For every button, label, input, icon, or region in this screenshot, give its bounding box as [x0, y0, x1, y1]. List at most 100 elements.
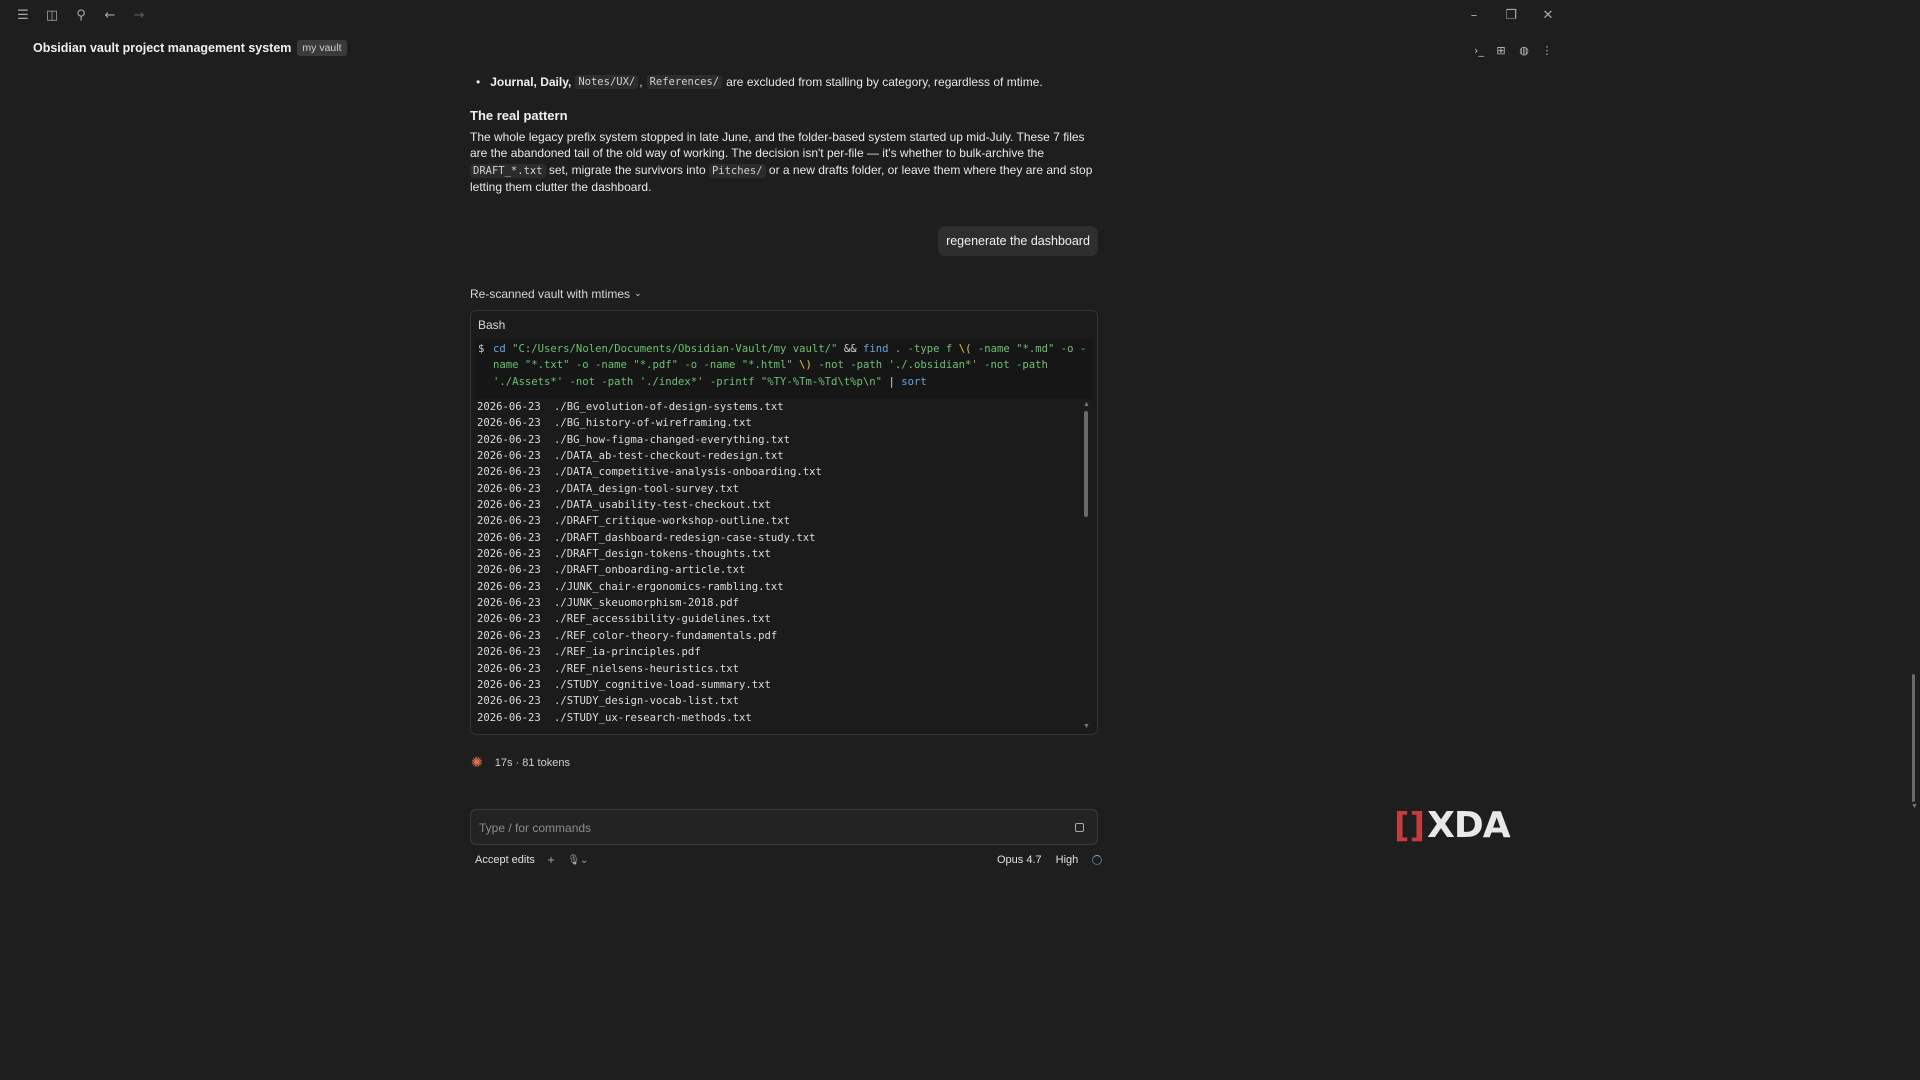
output-path: ./REF_color-theory-fundamentals.pdf — [554, 629, 778, 642]
add-button[interactable]: + — [547, 855, 555, 866]
output-line: 2026-06-23 ./REF_color-theory-fundamental… — [477, 628, 1077, 644]
output-line: 2026-06-23 ./STUDY_ux-research-methods.tx… — [477, 710, 1077, 726]
command-line-3: './Assets*' -not -path './index*' -print… — [493, 374, 1089, 390]
bash-command: $ cd "C:/Users/Nolen/Documents/Obsidian-… — [475, 339, 1093, 399]
session-header: Obsidian vault project management system… — [33, 40, 347, 56]
inline-code: DRAFT_*.txt — [470, 163, 546, 178]
output-date: 2026-06-23 — [477, 564, 541, 577]
page-scrollbar[interactable]: ▼ — [1911, 62, 1918, 810]
output-line: 2026-06-23 ./JUNK_chair-ergonomics-rambli… — [477, 579, 1077, 595]
sidebar-toggle-icon[interactable]: ◫ — [43, 6, 61, 24]
cmd-token: && — [843, 343, 857, 355]
output-date: 2026-06-23 — [477, 401, 541, 413]
effort-selector[interactable]: High — [1056, 854, 1079, 866]
cmd-token: cd — [493, 343, 506, 355]
session-title[interactable]: Obsidian vault project management system — [33, 41, 291, 55]
inline-code: Pitches/ — [708, 163, 766, 178]
cmd-token: -name "*.md" -o - — [977, 343, 1087, 355]
paragraph-text: The whole legacy prefix system stopped i… — [470, 130, 1085, 161]
cmd-token: | — [888, 375, 895, 388]
minimize-icon[interactable]: – — [1465, 6, 1483, 24]
output-path: ./JUNK_chair-ergonomics-rambling.txt — [554, 580, 784, 593]
back-arrow-icon[interactable]: ← — [101, 6, 119, 24]
output-date: 2026-06-23 — [477, 466, 541, 479]
output-date: 2026-06-23 — [477, 662, 541, 675]
scroll-up-icon[interactable]: ▲ — [1083, 401, 1090, 409]
microphone-icon[interactable]: 🎙︎⌄ — [567, 855, 588, 866]
bullet-bold-text: Journal, Daily, — [490, 75, 572, 89]
output-line: 2026-06-23 ./DATA_design-tool-survey.txt — [477, 481, 1077, 497]
scrollbar-thumb[interactable] — [1084, 411, 1088, 517]
inline-code: Notes/UX/ — [575, 75, 639, 89]
cmd-token: sort — [901, 375, 927, 388]
output-date: 2026-06-23 — [477, 580, 541, 593]
output-date: 2026-06-23 — [477, 531, 541, 544]
output-line: 2026-06-23 ./REF_ia-principles.pdf — [477, 644, 1077, 660]
scroll-down-icon[interactable]: ▼ — [1083, 723, 1090, 731]
output-path: ./BG_how-figma-changed-everything.txt — [554, 433, 790, 446]
output-line: 2026-06-23 ./DATA_ab-test-checkout-redesi… — [477, 448, 1077, 464]
output-path: ./REF_ia-principles.pdf — [554, 646, 701, 659]
loading-spinner-icon — [1092, 855, 1103, 865]
output-path: ./REF_nielsens-heuristics.txt — [554, 662, 739, 675]
cmd-token: \( — [958, 343, 972, 355]
output-path: ./STUDY_cognitive-load-summary.txt — [554, 678, 771, 691]
output-path: ./DATA_usability-test-checkout.txt — [554, 499, 771, 512]
output-line: 2026-06-23 ./STUDY_design-vocab-list.txt — [477, 693, 1077, 709]
output-line: 2026-06-23 ./REF_nielsens-heuristics.txt — [477, 661, 1077, 677]
output-date: 2026-06-23 — [477, 711, 541, 724]
prompt-input-box[interactable] — [470, 809, 1098, 845]
output-path: ./REF_accessibility-guidelines.txt — [554, 613, 771, 626]
cmd-token: \) — [799, 359, 812, 372]
output-date: 2026-06-23 — [477, 678, 541, 691]
more-icon[interactable]: ⋮ — [1539, 42, 1555, 58]
logo-mark: [] — [1394, 806, 1426, 846]
output-line: 2026-06-23 ./REF_accessibility-guidelines… — [477, 611, 1077, 627]
close-icon[interactable]: ✕ — [1539, 6, 1557, 24]
bash-output: 2026-06-23 ./BG_evolution-of-design-syste… — [477, 399, 1077, 726]
tool-call-summary[interactable]: Re-scanned vault with mtimes ⌄ — [470, 287, 642, 301]
output-date: 2026-06-23 — [477, 450, 541, 463]
page-scrollbar-thumb[interactable] — [1912, 674, 1915, 802]
inline-code: References/ — [646, 75, 723, 89]
output-path: ./DATA_competitive-analysis-onboarding.t… — [554, 466, 822, 479]
output-line: 2026-06-23 ./BG_history-of-wireframing.tx… — [477, 415, 1077, 431]
spark-icon: ✺ — [471, 755, 483, 771]
user-message: regenerate the dashboard — [938, 226, 1098, 256]
bash-tool-block: Bash $ cd "C:/Users/Nolen/Documents/Obsi… — [470, 310, 1098, 735]
output-scrollbar[interactable]: ▲ ▼ — [1083, 401, 1090, 731]
output-date: 2026-06-23 — [477, 433, 541, 446]
tool-call-summary-text: Re-scanned vault with mtimes — [470, 287, 631, 301]
output-path: ./BG_history-of-wireframing.txt — [554, 417, 752, 430]
vault-badge: my vault — [297, 40, 347, 56]
restore-icon[interactable]: ❐ — [1502, 6, 1520, 24]
cmd-token: name "*.txt" -o -name "*.pdf" -o -name "… — [493, 359, 793, 372]
command-line-1: cd "C:/Users/Nolen/Documents/Obsidian-Va… — [493, 341, 1089, 357]
terminal-icon[interactable]: ›_ — [1471, 42, 1487, 58]
model-selector[interactable]: Opus 4.7 — [997, 854, 1042, 866]
output-date: 2026-06-23 — [477, 548, 541, 561]
output-line: 2026-06-23 ./BG_how-figma-changed-everyth… — [477, 432, 1077, 448]
bullet-dot: • — [476, 75, 481, 89]
logo-text: XDA — [1427, 805, 1510, 846]
output-date: 2026-06-23 — [477, 482, 541, 495]
accept-edits-button[interactable]: Accept edits — [475, 854, 535, 866]
prompt-input[interactable] — [479, 818, 1039, 838]
stats-text: 17s · 81 tokens — [494, 757, 570, 769]
panel-icon[interactable]: ⊞ — [1493, 42, 1509, 58]
forward-arrow-icon[interactable]: → — [130, 6, 148, 24]
output-date: 2026-06-23 — [477, 515, 541, 528]
stop-icon[interactable] — [1075, 823, 1084, 832]
scroll-down-icon[interactable]: ▼ — [1911, 803, 1918, 810]
menu-icon[interactable]: ☰ — [14, 6, 32, 24]
globe-icon[interactable]: ◍ — [1516, 42, 1532, 58]
search-icon[interactable]: ⚲ — [72, 6, 90, 24]
output-path: ./BG_evolution-of-design-systems.txt — [554, 401, 784, 413]
tool-label: Bash — [478, 318, 506, 332]
response-stats: ✺ 17s · 81 tokens — [471, 755, 570, 771]
cmd-token: find — [862, 343, 889, 355]
output-line: 2026-06-23 ./BG_evolution-of-design-syste… — [477, 399, 1077, 415]
output-date: 2026-06-23 — [477, 695, 541, 708]
output-path: ./DRAFT_onboarding-article.txt — [554, 564, 746, 577]
output-line: 2026-06-23 ./DRAFT_design-tokens-thoughts… — [477, 546, 1077, 562]
